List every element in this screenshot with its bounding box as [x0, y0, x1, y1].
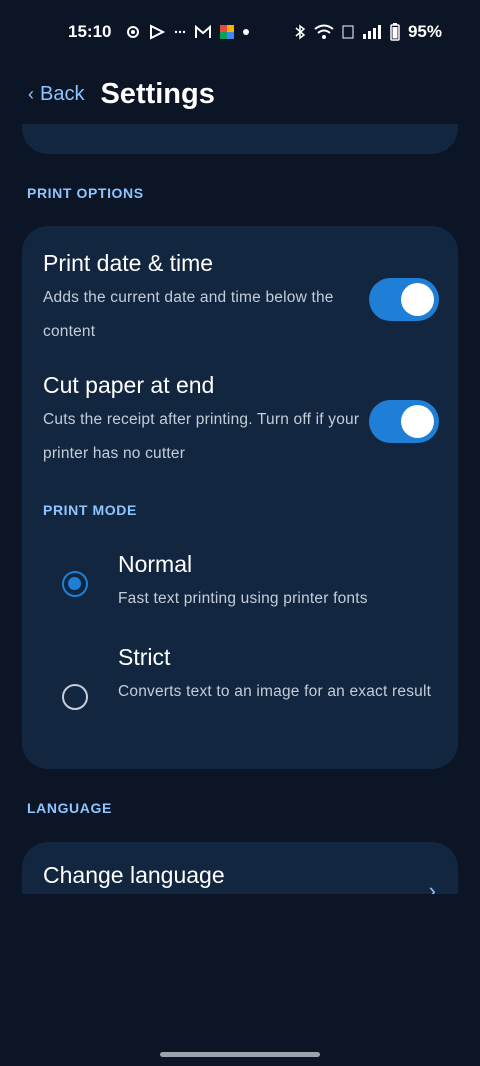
gmail-icon — [195, 25, 212, 39]
section-header-language: LANGUAGE — [27, 800, 112, 816]
radio-button-selected[interactable] — [62, 571, 88, 597]
status-bar: 15:10 95% — [0, 0, 480, 64]
setting-row-cut-paper[interactable]: Cut paper at end Cuts the receipt after … — [43, 372, 439, 471]
battery-icon — [390, 23, 400, 41]
radio-title: Normal — [118, 551, 193, 577]
back-button[interactable]: ‹ Back — [28, 83, 84, 106]
cut-paper-toggle[interactable] — [369, 400, 439, 443]
previous-card — [22, 124, 458, 154]
status-time: 15:10 — [68, 22, 112, 41]
change-language-label: Change language — [43, 862, 225, 888]
page-title: Settings — [100, 77, 215, 110]
radio-title: Strict — [118, 644, 171, 670]
dots-icon — [173, 24, 187, 40]
chevron-right-icon: › — [428, 878, 436, 894]
print-mode-header: PRINT MODE — [43, 502, 137, 518]
battery-percent: 95% — [407, 22, 442, 41]
signal-icon — [362, 24, 382, 40]
wifi-icon — [314, 24, 334, 40]
radio-option-normal[interactable]: Normal Fast text printing using printer … — [62, 551, 432, 621]
app-header: ‹ Back Settings — [0, 64, 480, 124]
setting-row-print-date-time[interactable]: Print date & time Adds the current date … — [43, 250, 439, 349]
setting-title: Print date & time — [43, 250, 214, 276]
print-date-time-toggle[interactable] — [369, 278, 439, 321]
setting-description: Adds the current date and time below the… — [43, 289, 334, 340]
setting-description: Cuts the receipt after printing. Turn of… — [43, 411, 360, 462]
settings-scroll-area[interactable]: PRINT OPTIONS Print date & time Adds the… — [0, 124, 480, 894]
play-icon — [149, 24, 166, 40]
radio-text: Strict Converts text to an image for an … — [118, 644, 438, 709]
gear-icon — [125, 24, 141, 40]
section-header-print-options: PRINT OPTIONS — [27, 185, 144, 201]
toggle-knob — [401, 405, 434, 438]
toggle-knob — [401, 283, 434, 316]
back-label: Back — [40, 82, 85, 105]
notification-dot-icon — [243, 29, 250, 35]
radio-description: Fast text printing using printer fonts — [118, 590, 368, 607]
chevron-left-icon: ‹ — [28, 83, 34, 104]
app-icon — [219, 24, 235, 40]
radio-button-unselected[interactable] — [62, 684, 88, 710]
print-options-card: Print date & time Adds the current date … — [22, 226, 458, 769]
radio-description: Converts text to an image for an exact r… — [118, 683, 432, 700]
status-bar-left: 15:10 — [68, 22, 250, 42]
radio-option-strict[interactable]: Strict Converts text to an image for an … — [62, 644, 432, 754]
radio-text: Normal Fast text printing using printer … — [118, 551, 438, 616]
status-bar-right: 95% — [294, 22, 442, 42]
bluetooth-icon — [294, 24, 306, 40]
language-card[interactable]: Change language › — [22, 842, 458, 894]
volte-icon — [342, 24, 354, 40]
setting-title: Cut paper at end — [43, 372, 215, 398]
home-indicator[interactable] — [160, 1052, 320, 1057]
